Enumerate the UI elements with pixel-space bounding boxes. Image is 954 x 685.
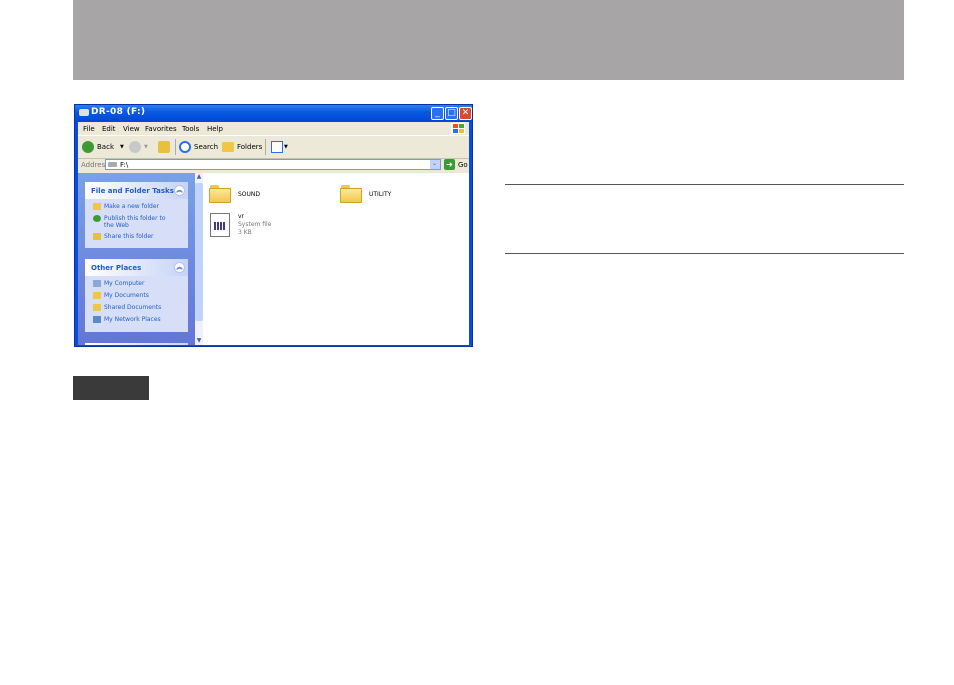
file-name: vr [238, 213, 245, 220]
page-header-band [73, 0, 904, 80]
forward-arrow-icon [129, 141, 141, 153]
menu-help[interactable]: Help [207, 125, 223, 133]
window-body: File Edit View Favorites Tools Help Back… [78, 122, 469, 345]
panel-header[interactable]: File and Folder Tasks ︽ [85, 182, 188, 199]
drive-icon [79, 109, 89, 116]
globe-icon [93, 215, 101, 222]
share-folder-icon [93, 233, 101, 240]
place-link-network[interactable]: My Network Places [93, 316, 161, 323]
task-link-share[interactable]: Share this folder [93, 233, 154, 240]
task-pane: File and Folder Tasks ︽ Make a new folde… [78, 173, 195, 345]
folder-icon [340, 185, 362, 203]
link-label: My Network Places [104, 316, 161, 323]
menu-edit[interactable]: Edit [102, 125, 116, 133]
link-label: Share this folder [104, 233, 154, 240]
file-type: System file [238, 221, 272, 228]
new-folder-icon [93, 203, 101, 210]
file-size: 3 KB [238, 229, 252, 236]
drive-icon [108, 162, 117, 167]
chevron-down-icon: ▼ [284, 144, 288, 150]
menu-file[interactable]: File [83, 125, 95, 133]
note-tab [73, 376, 149, 400]
scroll-down-arrow-icon[interactable]: ▼ [195, 337, 203, 345]
file-folder-tasks-panel: File and Folder Tasks ︽ Make a new folde… [85, 182, 188, 248]
toolbar-separator [265, 139, 266, 155]
network-places-icon [93, 316, 101, 323]
folder-icon [222, 142, 234, 152]
menu-tools[interactable]: Tools [182, 125, 199, 133]
title-bar[interactable]: DR-08 (F:) _ □ ✕ [75, 105, 472, 122]
folders-button[interactable]: Folders [222, 140, 262, 154]
address-field[interactable]: F:\ ⌄ [105, 159, 441, 170]
link-label: Shared Documents [104, 304, 162, 311]
search-button[interactable]: Search [179, 140, 218, 154]
panel-header[interactable]: Other Places ︽ [85, 259, 188, 276]
menu-bar: File Edit View Favorites Tools Help [78, 122, 469, 135]
address-value: F:\ [120, 161, 129, 169]
minimize-button[interactable]: _ [431, 107, 444, 120]
scroll-thumb[interactable] [195, 183, 203, 321]
computer-icon [93, 280, 101, 287]
divider-rule [505, 253, 904, 254]
place-link-my-computer[interactable]: My Computer [93, 280, 144, 287]
panel-header[interactable] [85, 343, 188, 345]
folders-label: Folders [237, 143, 263, 151]
close-button[interactable]: ✕ [459, 107, 472, 120]
chevron-down-icon: ▼ [144, 144, 148, 150]
toolbar-separator [175, 139, 176, 155]
back-label: Back [97, 143, 114, 151]
chevron-down-icon: ▼ [120, 144, 124, 150]
task-pane-scrollbar[interactable]: ▲ ▼ [195, 173, 203, 345]
system-file-icon [210, 213, 230, 237]
task-link-make-folder[interactable]: Make a new folder [93, 203, 159, 210]
address-bar: Address F:\ ⌄ ➜ Go [78, 158, 469, 172]
folder-icon [209, 185, 231, 203]
back-button[interactable]: Back ▼ [82, 140, 124, 154]
place-link-my-documents[interactable]: My Documents [93, 292, 149, 299]
documents-folder-icon [93, 292, 101, 299]
panel-title: Other Places [91, 264, 142, 272]
file-name: SOUND [238, 191, 261, 198]
link-label: Publish this folder to the Web [104, 215, 166, 229]
menu-favorites[interactable]: Favorites [145, 125, 177, 133]
up-folder-icon [158, 141, 170, 153]
search-label: Search [194, 143, 219, 151]
go-button-label[interactable]: Go [458, 161, 468, 169]
address-dropdown-button[interactable]: ⌄ [430, 160, 440, 169]
place-link-shared-documents[interactable]: Shared Documents [93, 304, 161, 311]
file-name: UTILITY [369, 191, 392, 198]
scroll-up-arrow-icon[interactable]: ▲ [195, 173, 203, 181]
collapse-chevron-icon[interactable]: ︽ [174, 262, 185, 273]
go-arrow-icon[interactable]: ➜ [444, 159, 455, 170]
link-label: My Documents [104, 292, 149, 299]
other-places-panel: Other Places ︽ My Computer My Documents … [85, 259, 188, 332]
divider-rule [505, 184, 904, 185]
panel-title: File and Folder Tasks [91, 187, 174, 195]
collapse-chevron-icon[interactable]: ︽ [174, 185, 185, 196]
maximize-button[interactable]: □ [445, 107, 458, 120]
forward-button[interactable]: ▼ [129, 140, 148, 154]
shared-folder-icon [93, 304, 101, 311]
content-area: File and Folder Tasks ︽ Make a new folde… [78, 173, 469, 345]
views-icon [271, 141, 283, 153]
link-label: My Computer [104, 280, 145, 287]
views-button[interactable]: ▼ [271, 140, 288, 154]
search-icon [179, 141, 191, 153]
up-folder-button[interactable] [158, 140, 170, 154]
window-title: DR-08 (F:) [91, 107, 146, 117]
link-label: Make a new folder [104, 203, 160, 210]
explorer-window: DR-08 (F:) _ □ ✕ File Edit View Favorite… [74, 104, 473, 347]
toolbar: Back ▼ ▼ Search Folders ▼ [78, 135, 469, 159]
menu-view[interactable]: View [123, 125, 140, 133]
back-arrow-icon [82, 141, 94, 153]
task-link-publish[interactable]: Publish this folder to the Web [93, 215, 173, 229]
windows-logo-icon [451, 123, 465, 134]
details-panel [85, 343, 188, 345]
chevron-down-icon: ⌄ [432, 160, 438, 167]
